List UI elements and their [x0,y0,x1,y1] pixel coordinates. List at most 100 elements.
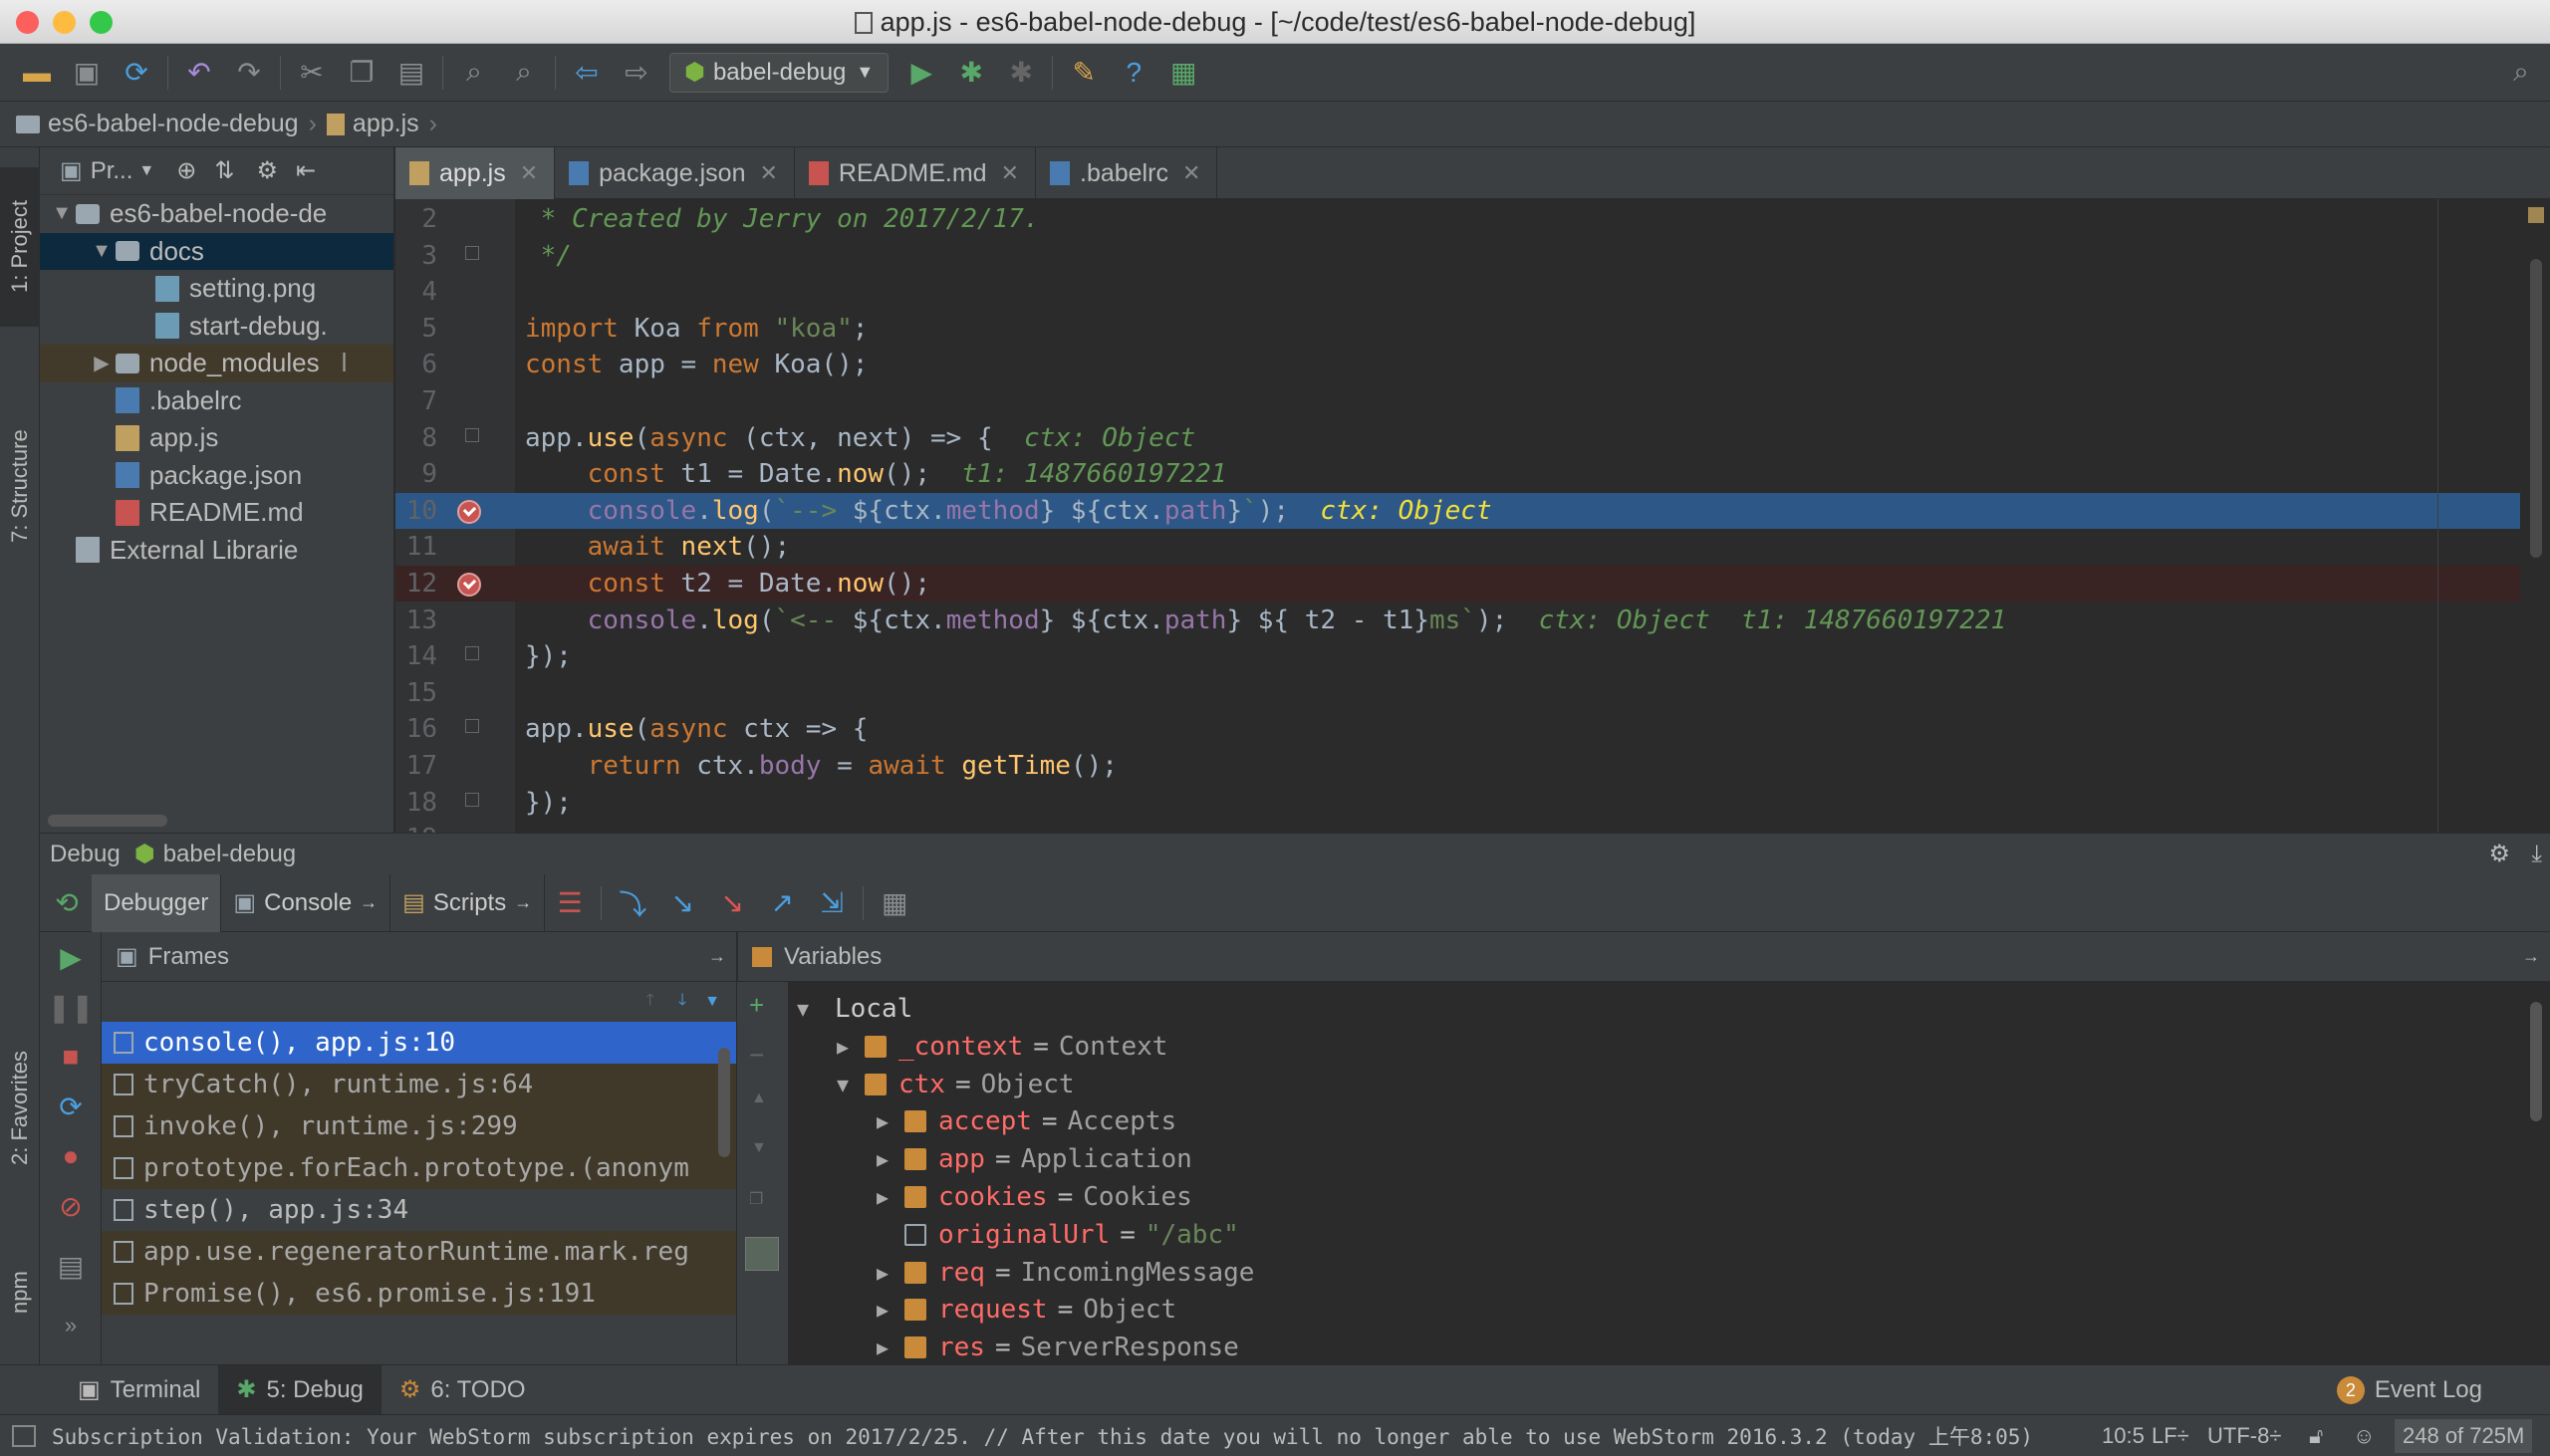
move-up-icon[interactable]: ▲ [751,1090,767,1107]
code-line[interactable]: 11 await next(); [395,529,2550,565]
variables-scrollbar[interactable] [2530,1002,2542,1121]
move-down-icon[interactable]: ▼ [751,1139,767,1157]
variable-node[interactable]: ▶ cookies = Cookies [877,1178,1192,1216]
frame-item[interactable]: console(), app.js:10 [102,1022,736,1064]
code-line[interactable]: 16 app.use(async ctx => { [395,711,2550,747]
code-line[interactable]: 7 [395,383,2550,419]
debug-tool-button[interactable]: ✱ 5: Debug [218,1364,382,1415]
variable-node[interactable]: ▶ request = Object [877,1291,1176,1329]
toggle-tool-windows-icon[interactable] [12,1424,36,1447]
paste-icon[interactable]: ▤ [394,56,428,90]
tree-item[interactable]: README.md [40,494,393,532]
inspection-status-icon[interactable] [2528,207,2544,223]
tree-item[interactable]: start-debug. [40,308,393,346]
coverage-icon[interactable]: ✱ [1004,56,1038,90]
replace-icon[interactable]: ⌕ [507,56,541,90]
search-everywhere-icon[interactable]: ⌕ [2504,56,2538,90]
pin-icon[interactable]: → [708,946,726,967]
expand-arrow-icon[interactable]: ▶ [877,1109,904,1133]
code-line[interactable]: 4 [395,274,2550,310]
pin-icon[interactable]: → [2522,946,2540,967]
breadcrumb-file[interactable]: app.js [353,110,419,138]
project-tool-tab[interactable]: 1: Project [0,167,40,327]
status-message[interactable]: Subscription Validation: Your WebStorm s… [52,1421,2033,1451]
file-encoding[interactable]: UTF-8÷ [2207,1423,2281,1449]
force-step-into-icon[interactable]: ↘ [715,886,749,920]
code-line[interactable]: 12 const t2 = Date.now(); [395,566,2550,602]
frame-item[interactable]: invoke(), runtime.js:299 [102,1105,736,1147]
code-line[interactable]: 17 return ctx.body = await getTime(); [395,748,2550,784]
tree-item[interactable]: ▼ es6-babel-node-de [40,195,393,233]
pause-icon[interactable]: ❚❚ [48,990,95,1024]
tab-babelrc[interactable]: .babelrc ✕ [1036,147,1218,199]
expand-arrow-icon[interactable]: ▼ [797,997,825,1021]
expand-arrow-icon[interactable]: ▶ [837,1035,865,1059]
arrow-down-icon[interactable]: 🡓 [678,989,686,1016]
expand-arrow-icon[interactable]: ▶ [877,1261,904,1285]
filter-icon[interactable]: ▼ [704,993,720,1011]
close-tab-icon[interactable]: ✕ [1182,160,1200,186]
step-over-icon[interactable]: ⤵ [616,886,649,920]
forward-icon[interactable]: ⇨ [620,56,653,90]
refresh-icon[interactable]: ⟳ [54,1090,88,1123]
code-line[interactable]: 15 [395,675,2550,711]
project-view-label[interactable]: Pr... [91,157,133,185]
tab-debugger[interactable]: Debugger [92,873,222,932]
code-editor[interactable]: 2 * Created by Jerry on 2017/2/17. 3 */4 5… [395,199,2550,833]
collapse-icon[interactable]: ⇅ [214,156,234,185]
close-tab-icon[interactable]: ✕ [759,160,777,186]
more-icon[interactable]: » [54,1309,88,1342]
variable-node[interactable]: originalUrl = "/abc" [877,1216,1239,1254]
redo-icon[interactable]: ↷ [232,56,266,90]
layout-icon[interactable]: ▤ [54,1249,88,1283]
expand-arrow-icon[interactable]: ▶ [877,1185,904,1209]
find-icon[interactable]: ⌕ [457,56,491,90]
evaluate-expression-icon[interactable]: ▦ [878,886,911,920]
breakpoint-icon[interactable] [457,499,481,524]
hide-panel-icon[interactable]: ⤓ [2531,841,2542,868]
code-line[interactable]: 13 console.log(`<-- ${ctx.method} ${ctx.… [395,603,2550,638]
code-line[interactable]: 10 console.log(`--> ${ctx.method} ${ctx.… [395,492,2550,529]
expand-arrow-icon[interactable]: ▶ [877,1335,904,1359]
code-line[interactable]: 19 [395,821,2550,833]
variable-node[interactable]: ▶ _context = Context [837,1028,1167,1066]
variable-node[interactable]: ▶ req = IncomingMessage [877,1254,1254,1292]
cut-icon[interactable]: ✂ [295,56,329,90]
close-window-button[interactable] [16,11,39,34]
add-watch-icon[interactable]: + [749,990,764,1021]
minimize-window-button[interactable] [53,11,76,34]
cursor-position[interactable]: 10:5 [2102,1423,2145,1449]
show-execution-point-icon[interactable]: ☰ [553,886,587,920]
fold-marker-icon[interactable] [465,245,479,260]
run-icon[interactable]: ▶ [904,56,938,90]
resume-icon[interactable]: ▶ [54,940,88,974]
tree-item[interactable]: ▶ node_modules l [40,345,393,382]
frame-item[interactable]: Promise(), es6.promise.js:191 [102,1273,736,1315]
tab-console[interactable]: ▣ Console → [221,873,391,932]
remove-watch-icon[interactable]: − [749,1040,764,1071]
frame-item[interactable]: app.use.regeneratorRuntime.mark.reg [102,1231,736,1273]
open-folder-icon[interactable]: ▬ [20,56,54,90]
sdk-manager-icon[interactable]: ▦ [1166,56,1200,90]
rerun-icon[interactable]: ⟲ [50,886,84,920]
editor-scrollbar[interactable] [2530,259,2542,558]
hide-icon[interactable]: ⇤ [296,156,316,185]
expand-arrow-icon[interactable]: ▶ [877,1298,904,1322]
view-breakpoints-icon[interactable]: ● [54,1139,88,1173]
tree-item[interactable]: package.json [40,457,393,495]
close-tab-icon[interactable]: ✕ [520,160,538,186]
frame-item[interactable]: tryCatch(), runtime.js:64 [102,1064,736,1105]
expand-arrow-icon[interactable]: ▶ [877,1147,904,1171]
help-icon[interactable]: ? [1117,56,1150,90]
terminal-tool-button[interactable]: ▣ Terminal [60,1365,218,1415]
lock-icon[interactable]: 🔓︎ [2309,1423,2323,1449]
mute-breakpoints-icon[interactable]: ⊘ [54,1189,88,1223]
expand-arrow-icon[interactable]: ▼ [48,202,76,225]
event-log-button[interactable]: 2 Event Log [2319,1365,2500,1415]
tab-scripts[interactable]: ▤ Scripts → [390,873,546,932]
todo-tool-button[interactable]: ⚙ 6: TODO [382,1365,544,1415]
code-line[interactable]: 2 * Created by Jerry on 2017/2/17. [395,201,2550,237]
code-line[interactable]: 14}); [395,638,2550,674]
frame-item[interactable]: prototype.forEach.prototype.(anonym [102,1147,736,1189]
undo-icon[interactable]: ↶ [182,56,216,90]
